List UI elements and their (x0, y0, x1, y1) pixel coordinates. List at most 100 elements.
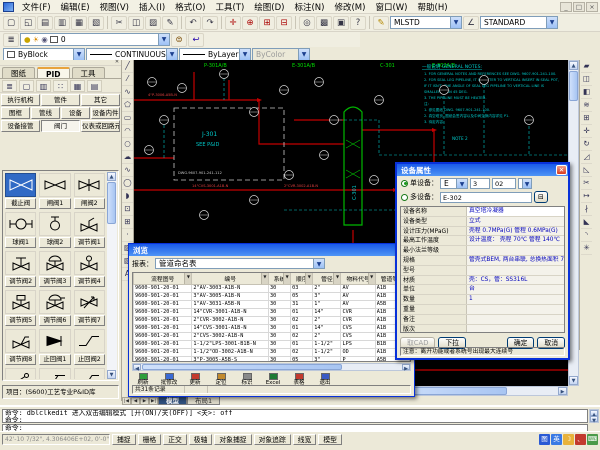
menu-item[interactable]: 格式(O) (170, 0, 210, 14)
tab-工具[interactable]: 工具 (72, 67, 105, 78)
scroll-up-icon[interactable]: ▲ (107, 172, 116, 181)
explode-icon[interactable]: ✳ (581, 242, 592, 255)
palette-item[interactable]: 闸阀2 (73, 172, 106, 210)
chevron-down-icon[interactable]: ▼ (313, 259, 324, 268)
erase-icon[interactable]: ▰ (581, 60, 592, 73)
report-combo[interactable]: 管道命名表 ▼ (155, 258, 325, 269)
menu-item[interactable]: 帮助(H) (413, 0, 453, 14)
device-num-combo[interactable]: ▼ (518, 178, 532, 189)
dim-style-combo[interactable]: STANDARD ▼ (480, 16, 558, 29)
tool-palettes-icon[interactable]: ▣ (333, 16, 349, 30)
scroll-up-icon[interactable]: ▲ (569, 61, 578, 70)
column-header-流程图号[interactable]: 流程图号▼ (134, 273, 192, 285)
palette-item[interactable]: 调节阀6 (38, 289, 71, 327)
chevron-down-icon[interactable]: ▼ (450, 17, 461, 28)
multi-device-radio[interactable] (401, 194, 408, 201)
stretch-icon[interactable]: ◺ (581, 164, 592, 177)
polyline-icon[interactable]: ∿ (122, 86, 133, 99)
menu-item[interactable]: 编辑(E) (56, 0, 95, 14)
category-其它[interactable]: 其它 (81, 94, 120, 106)
scroll-right-icon[interactable]: ▶ (558, 387, 567, 395)
chamfer-icon[interactable]: ◣ (581, 216, 592, 229)
offset-icon[interactable]: ≋ (581, 99, 592, 112)
column-header-顺序[interactable]: 顺序▼ (291, 273, 313, 285)
device-num-field[interactable]: 02 (492, 178, 516, 189)
kbd-icon[interactable]: ⌨ (587, 434, 598, 445)
close-icon[interactable]: ✕ (556, 165, 567, 175)
filter-chevron-icon[interactable]: ▼ (261, 273, 268, 284)
layer-manager-icon[interactable]: ≣ (3, 33, 19, 47)
palette-item[interactable]: 截止阀 (4, 172, 37, 210)
revision-cloud-icon[interactable]: ☁ (122, 151, 133, 164)
toggle-对象捕捉[interactable]: 对象捕捉 (214, 434, 251, 445)
pen-icon[interactable]: 、 (575, 434, 586, 445)
palette-scrollbar[interactable]: ▲ ▼ (107, 172, 117, 379)
device-sys-field[interactable]: 3 (470, 178, 490, 189)
next-tab-icon[interactable]: ▶ (140, 397, 149, 405)
mirror-icon[interactable]: ◧ (581, 86, 592, 99)
copy-object-icon[interactable]: ◫ (581, 73, 592, 86)
scroll-thumb[interactable] (569, 71, 578, 101)
chevron-down-icon[interactable]: ▼ (73, 49, 84, 60)
save-icon[interactable]: ▤ (87, 80, 102, 92)
close-icon[interactable]: ✕ (113, 60, 121, 66)
menu-item[interactable]: 文件(F) (17, 0, 56, 14)
palette-item[interactable]: 球阀1 (4, 211, 37, 249)
tab-model[interactable]: 模型 (158, 396, 187, 405)
chevron-down-icon[interactable]: ▼ (166, 49, 177, 60)
multi-device-field[interactable]: E-302 (440, 192, 532, 203)
category-图框[interactable]: 图框 (1, 107, 30, 119)
preview-icon[interactable]: ▦ (71, 16, 87, 30)
tab-layout1[interactable]: 布局1 (187, 396, 220, 405)
table-row[interactable]: 9600-901-20-011-1/2"LPS-3001-B1B-N30011-… (134, 341, 410, 349)
linetype-combo[interactable]: CONTINUOUS ▼ (86, 48, 178, 61)
props-dialog-titlebar[interactable]: 设备属性 ✕ (397, 164, 568, 176)
find-icon[interactable]: ◎ (299, 16, 315, 30)
help-icon[interactable]: ? (350, 16, 366, 30)
category-管线[interactable]: 管线 (31, 107, 60, 119)
make-current-icon[interactable]: ⊜ (171, 33, 187, 47)
ellipse-arc-icon[interactable]: ◗ (122, 190, 133, 203)
save-icon[interactable]: ▤ (37, 16, 53, 30)
last-tab-icon[interactable]: ▶| (149, 397, 158, 405)
fillet-icon[interactable]: ◝ (581, 229, 592, 242)
scroll-thumb[interactable] (142, 364, 342, 370)
make-block-icon[interactable]: ⊞ (122, 216, 133, 229)
extend-icon[interactable]: ↦ (581, 190, 592, 203)
chevron-down-icon[interactable]: ▼ (456, 179, 467, 188)
table-row[interactable]: 9600-901-20-013"P-3005-A5B-S30053"PA5B (134, 357, 410, 363)
toggle-正交[interactable]: 正交 (163, 434, 187, 445)
lineweight-combo[interactable]: ByLayer ▼ (179, 48, 251, 61)
chevron-down-icon[interactable]: ▼ (522, 179, 531, 188)
pipe-table[interactable]: 流程图号▼编号▼系统▼顺序▼管径▼物料代号▼管道等级▼9600-901-20-0… (133, 273, 410, 362)
new-icon[interactable]: ▢ (3, 16, 19, 30)
menu-item[interactable]: 工具(T) (210, 0, 249, 14)
palette-item[interactable]: 调节阀4 (73, 250, 106, 288)
menu-item[interactable]: 修改(M) (329, 0, 370, 14)
pan-icon[interactable]: ✛ (225, 16, 241, 30)
grid-icon[interactable]: ∷ (53, 80, 68, 92)
tab-PID[interactable]: PID (37, 67, 70, 78)
device-type-combo[interactable]: E ▼ (440, 178, 468, 189)
lang-icon[interactable]: 英 (551, 434, 562, 445)
toggle-捕捉[interactable]: 捕捉 (112, 434, 136, 445)
spline-icon[interactable]: ∿ (122, 164, 133, 177)
toggle-栅格[interactable]: 栅格 (138, 434, 162, 445)
multi-device-browse-button[interactable]: ⊟ (534, 191, 548, 203)
list-icon[interactable]: ≣ (2, 80, 17, 92)
undo-icon[interactable]: ↶ (185, 16, 201, 30)
moon-icon[interactable]: ☽ (563, 434, 574, 445)
scroll-down-icon[interactable]: ▼ (569, 376, 578, 385)
move-icon[interactable]: ✛ (581, 125, 592, 138)
table-row[interactable]: 9600-901-20-012"AV-3003-A1B-N30032"AVA1B (134, 285, 410, 293)
filter-chevron-icon[interactable]: ▼ (368, 273, 375, 284)
browse-dialog-titlebar[interactable]: 浏览 (129, 244, 414, 256)
scroll-thumb[interactable] (107, 182, 116, 224)
toggle-模型[interactable]: 模型 (318, 434, 342, 445)
menu-item[interactable]: 标注(N) (289, 0, 329, 14)
palette-item[interactable]: 调节阀2 (4, 250, 37, 288)
table-row[interactable]: 9600-901-20-0114"CVS-3001-A1B-N300114"CV… (134, 325, 410, 333)
palette-item[interactable]: 球阀2 (38, 211, 71, 249)
chevron-down-icon[interactable]: ▼ (546, 17, 557, 28)
insert-block-icon[interactable]: ⊡ (122, 203, 133, 216)
